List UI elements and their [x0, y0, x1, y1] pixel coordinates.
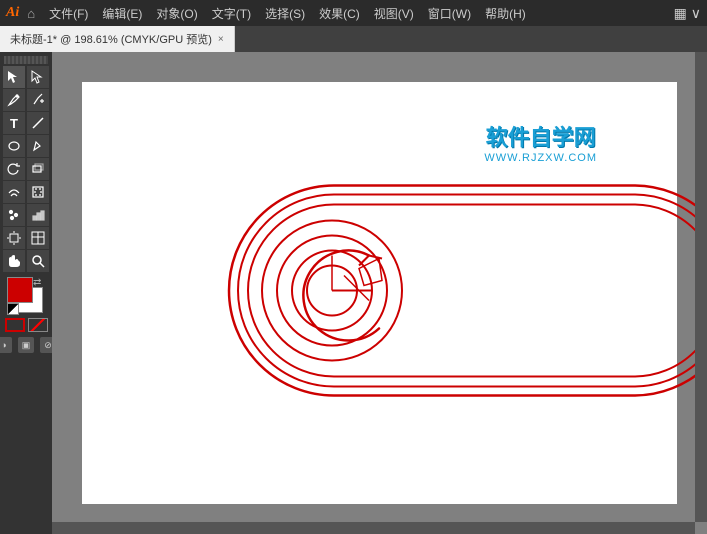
menu-help[interactable]: 帮助(H) [479, 3, 532, 24]
tool-row-rotate [2, 158, 50, 180]
zoom-tool[interactable] [27, 250, 49, 272]
menu-select[interactable]: 选择(S) [259, 3, 311, 24]
watermark-main-text: 软件自学网 [484, 120, 597, 152]
tool-row-symbol [2, 204, 50, 226]
type-tool[interactable]: T [3, 112, 25, 134]
stroke-color-box[interactable] [5, 318, 25, 332]
tool-row-pen [2, 89, 50, 111]
ruler [4, 56, 48, 64]
watermark-sub-text: WWW.RJZXW.COM [484, 152, 597, 164]
transform-tool[interactable] [27, 158, 49, 180]
white-canvas: 软件自学网 WWW.RJZXW.COM [82, 82, 677, 504]
foreground-color-box[interactable] [7, 277, 33, 303]
hand-tool[interactable] [3, 250, 25, 272]
symbol-tool[interactable] [3, 204, 25, 226]
pencil-tool[interactable] [27, 135, 49, 157]
toolbar: T [0, 52, 52, 534]
default-colors-icon[interactable] [7, 303, 19, 315]
gradient-icon[interactable]: ▣ [18, 337, 34, 353]
line-tool[interactable] [27, 112, 49, 134]
tab-bar: 未标题-1* @ 198.61% (CMYK/GPU 预览) × [0, 26, 707, 52]
artwork-svg [224, 181, 707, 401]
artwork [224, 181, 707, 406]
direct-selection-tool[interactable] [27, 66, 49, 88]
home-icon[interactable]: ⌂ [27, 6, 35, 21]
color-mode-row: ◑ ▣ ⊘ [0, 337, 56, 353]
warp-tool[interactable] [3, 181, 25, 203]
tool-row-type: T [2, 112, 50, 134]
menu-bar: 文件(F) 编辑(E) 对象(O) 文字(T) 选择(S) 效果(C) 视图(V… [43, 3, 666, 24]
document-tab[interactable]: 未标题-1* @ 198.61% (CMYK/GPU 预览) × [0, 26, 235, 52]
tab-title: 未标题-1* @ 198.61% (CMYK/GPU 预览) [10, 31, 212, 47]
tool-row-artboard [2, 227, 50, 249]
slice-tool[interactable] [27, 227, 49, 249]
add-anchor-tool[interactable] [27, 89, 49, 111]
menu-file[interactable]: 文件(F) [43, 3, 94, 24]
none-color-box[interactable] [28, 318, 48, 332]
title-bar: Ai ⌂ 文件(F) 编辑(E) 对象(O) 文字(T) 选择(S) 效果(C)… [0, 0, 707, 26]
tool-row-handзум [2, 250, 50, 272]
column-graph-tool[interactable] [27, 204, 49, 226]
horizontal-scrollbar[interactable] [52, 522, 695, 534]
menu-edit[interactable]: 编辑(E) [96, 3, 148, 24]
tool-row-warp [2, 181, 50, 203]
swap-colors-icon[interactable]: ⇄ [33, 277, 45, 289]
ellipse-tool[interactable] [3, 135, 25, 157]
color-boxes: ⇄ [7, 277, 45, 315]
free-transform-tool[interactable] [27, 181, 49, 203]
stroke-row [5, 318, 48, 332]
menu-object[interactable]: 对象(O) [150, 3, 203, 24]
rotate-tool[interactable] [3, 158, 25, 180]
menu-effect[interactable]: 效果(C) [313, 3, 366, 24]
vertical-scrollbar[interactable] [695, 52, 707, 522]
ai-logo: Ai [6, 5, 19, 21]
color-mode-icon[interactable]: ◑ [0, 337, 12, 353]
tool-row-shape [2, 135, 50, 157]
workspace-switcher[interactable]: ▦ ∨ [674, 5, 701, 22]
tab-close-button[interactable]: × [218, 34, 224, 45]
tool-row-select [2, 66, 50, 88]
color-section: ⇄ ◑ ▣ ⊘ [0, 277, 56, 353]
artboard-tool[interactable] [3, 227, 25, 249]
main-area: T [0, 52, 707, 534]
pen-tool[interactable] [3, 89, 25, 111]
selection-tool[interactable] [3, 66, 25, 88]
menu-window[interactable]: 窗口(W) [422, 3, 477, 24]
menu-text[interactable]: 文字(T) [206, 3, 257, 24]
menu-view[interactable]: 视图(V) [368, 3, 420, 24]
watermark: 软件自学网 WWW.RJZXW.COM [484, 120, 597, 164]
canvas-area: 软件自学网 WWW.RJZXW.COM [52, 52, 707, 534]
